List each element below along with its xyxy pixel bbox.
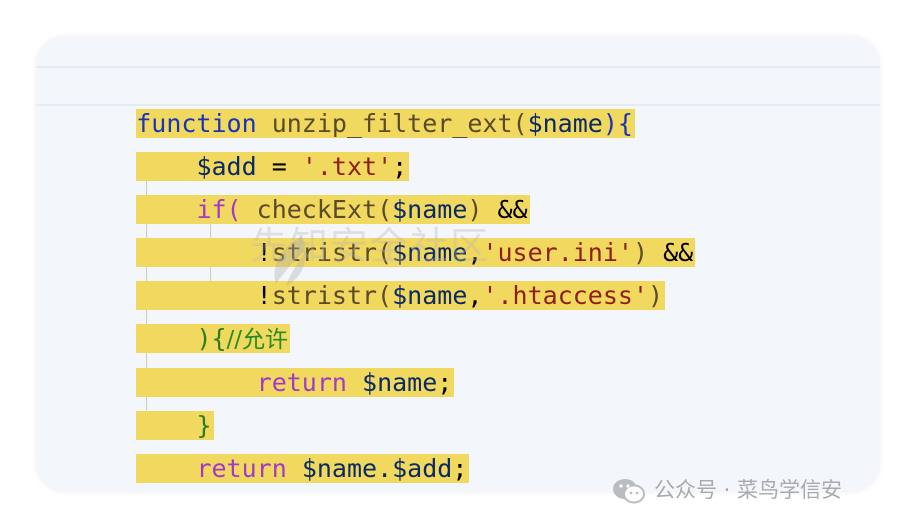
semicolon: ;: [437, 368, 453, 397]
code-line-3: if( checkExt($name) &&: [76, 153, 530, 224]
code-line-2: $add = '.txt';: [76, 110, 410, 181]
footer-text: 公众号 · 菜鸟学信安: [654, 478, 843, 502]
code-line-6: ){//允许: [76, 282, 291, 353]
code-line-7: return $name;: [76, 326, 455, 397]
semicolon: ;: [452, 454, 468, 483]
code-line-9: return $name.$add;: [76, 412, 470, 483]
code-line-1: function unzip_filter_ext($name){: [76, 67, 635, 138]
paren-close: ): [648, 281, 664, 310]
code-line-10: }: [76, 455, 153, 492]
watermark-text: 先知安全社区: [250, 224, 491, 268]
string-literal: '.htaccess': [482, 281, 649, 310]
brace-open: ){: [602, 109, 633, 138]
var-name: $name: [362, 368, 438, 397]
var-expression: $name.$add: [301, 454, 453, 483]
var-name: $name: [392, 281, 468, 310]
footer-account: 公众号 · 菜鸟学信安: [612, 474, 842, 506]
param-name: $name: [527, 109, 603, 138]
wechat-icon: [613, 479, 645, 504]
code-line-8: }: [76, 369, 214, 440]
keyword-return: return: [256, 368, 347, 397]
comma: ,: [467, 281, 483, 310]
keyword-return: return: [196, 454, 287, 483]
